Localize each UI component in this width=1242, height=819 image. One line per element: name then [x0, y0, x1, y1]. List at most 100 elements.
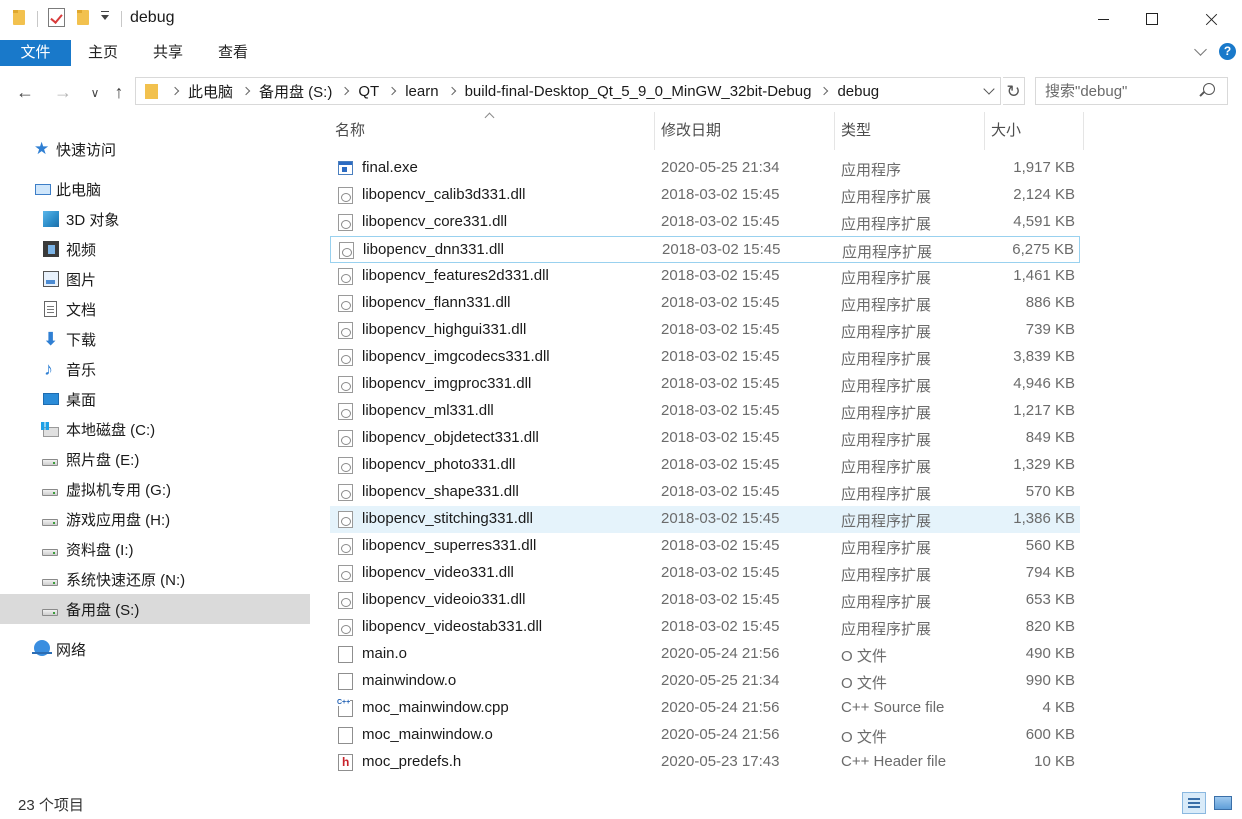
- chevron-down-icon[interactable]: [983, 83, 995, 95]
- table-row[interactable]: moc_mainwindow.cpp 2020-05-24 21:56 C++ So…: [330, 695, 1080, 722]
- minimize-button[interactable]: [1080, 0, 1126, 38]
- breadcrumb-debug[interactable]: debug: [837, 83, 879, 100]
- new-folder-icon[interactable]: [77, 10, 89, 25]
- back-arrow-icon[interactable]: ←: [14, 82, 36, 103]
- chevron-right-icon[interactable]: [387, 86, 397, 96]
- column-size[interactable]: 大小: [986, 112, 1083, 150]
- table-row[interactable]: final.exe 2020-05-25 21:34 应用程序 1,917 KB: [330, 155, 1080, 182]
- customize-toolbar-icon[interactable]: [101, 11, 109, 20]
- column-date[interactable]: 修改日期: [656, 112, 833, 150]
- dll-icon: [338, 592, 353, 609]
- table-row[interactable]: mainwindow.o 2020-05-25 21:34 O 文件 990 KB: [330, 668, 1080, 695]
- column-divider[interactable]: [984, 112, 985, 150]
- recent-locations-icon[interactable]: ∨: [84, 86, 106, 100]
- table-row[interactable]: libopencv_core331.dll 2018-03-02 15:45 应用程…: [330, 209, 1080, 236]
- sidebar-item-network[interactable]: 网络: [0, 634, 310, 664]
- sidebar-item-label: 快速访问: [56, 141, 117, 159]
- address-bar[interactable]: 此电脑 备用盘 (S:) QT learn build-final-Deskto…: [135, 77, 1001, 105]
- tab-file[interactable]: 文件: [0, 40, 71, 66]
- breadcrumb-learn[interactable]: learn: [405, 83, 438, 100]
- properties-icon[interactable]: [48, 8, 65, 27]
- sidebar-item-drive-h[interactable]: 游戏应用盘 (H:): [0, 504, 310, 534]
- breadcrumb-this-pc[interactable]: 此电脑: [188, 81, 233, 102]
- sidebar-item-3d-objects[interactable]: 3D 对象: [0, 204, 310, 234]
- table-row[interactable]: libopencv_objdetect331.dll 2018-03-02 15:…: [330, 425, 1080, 452]
- breadcrumb-qt[interactable]: QT: [358, 83, 379, 100]
- sidebar-item-videos[interactable]: 视频: [0, 234, 310, 264]
- table-row[interactable]: libopencv_highgui331.dll 2018-03-02 15:45…: [330, 317, 1080, 344]
- help-icon[interactable]: ?: [1219, 43, 1236, 60]
- sidebar-item-drive-e[interactable]: 照片盘 (E:): [0, 444, 310, 474]
- table-row[interactable]: libopencv_imgproc331.dll 2018-03-02 15:45…: [330, 371, 1080, 398]
- table-row[interactable]: libopencv_ml331.dll 2018-03-02 15:45 应用程序扩…: [330, 398, 1080, 425]
- sidebar-item-label: 此电脑: [56, 181, 102, 199]
- table-row[interactable]: moc_mainwindow.o 2020-05-24 21:56 O 文件 600 …: [330, 722, 1080, 749]
- sidebar-item-desktop[interactable]: 桌面: [0, 384, 310, 414]
- table-row[interactable]: libopencv_videostab331.dll 2018-03-02 15:…: [330, 614, 1080, 641]
- table-row[interactable]: libopencv_stitching331.dll 2018-03-02 15:…: [330, 506, 1080, 533]
- sidebar-item-pictures[interactable]: 图片: [0, 264, 310, 294]
- details-view-button[interactable]: [1182, 792, 1206, 814]
- table-row[interactable]: libopencv_photo331.dll 2018-03-02 15:45 应用…: [330, 452, 1080, 479]
- sidebar-item-drive-s[interactable]: 备用盘 (S:): [0, 594, 310, 624]
- table-row[interactable]: moc_predefs.h 2020-05-23 17:43 C++ Header …: [330, 749, 1080, 776]
- sidebar-item-label: 文档: [66, 301, 97, 319]
- file-type: 应用程序扩展: [841, 378, 932, 395]
- sidebar-item-drive-n[interactable]: 系统快速还原 (N:): [0, 564, 310, 594]
- table-row[interactable]: libopencv_imgcodecs331.dll 2018-03-02 15:…: [330, 344, 1080, 371]
- table-row[interactable]: libopencv_calib3d331.dll 2018-03-02 15:45…: [330, 182, 1080, 209]
- search-input[interactable]: [1035, 77, 1228, 105]
- table-row[interactable]: libopencv_video331.dll 2018-03-02 15:45 应用…: [330, 560, 1080, 587]
- sidebar-item-documents[interactable]: 文档: [0, 294, 310, 324]
- table-row[interactable]: libopencv_videoio331.dll 2018-03-02 15:45…: [330, 587, 1080, 614]
- dll-icon: [338, 511, 353, 528]
- tab-view[interactable]: 查看: [218, 40, 248, 66]
- file-type: 应用程序扩展: [841, 459, 932, 476]
- close-button[interactable]: [1188, 0, 1234, 38]
- table-row[interactable]: libopencv_flann331.dll 2018-03-02 15:45 应用…: [330, 290, 1080, 317]
- file-size: 560 KB: [1025, 537, 1075, 554]
- table-row[interactable]: libopencv_superres331.dll 2018-03-02 15:4…: [330, 533, 1080, 560]
- large-icons-view-button[interactable]: [1211, 792, 1235, 814]
- column-divider[interactable]: [1083, 112, 1084, 150]
- sidebar-item-drive-c[interactable]: 本地磁盘 (C:): [0, 414, 310, 444]
- sidebar-item-drive-g[interactable]: 虚拟机专用 (G:): [0, 474, 310, 504]
- chevron-right-icon[interactable]: [447, 86, 456, 96]
- search-icon[interactable]: [1203, 83, 1215, 95]
- file-name: final.exe: [362, 159, 418, 176]
- column-type[interactable]: 类型: [836, 112, 983, 150]
- file-type: 应用程序扩展: [841, 594, 932, 611]
- column-divider[interactable]: [654, 112, 655, 150]
- sidebar-item-downloads[interactable]: ⬇ 下载: [0, 324, 310, 354]
- breadcrumb-build[interactable]: build-final-Desktop_Qt_5_9_0_MinGW_32bit…: [465, 83, 812, 100]
- file-type: 应用程序扩展: [841, 567, 932, 584]
- chevron-right-icon[interactable]: [820, 86, 829, 96]
- column-name[interactable]: 名称: [330, 112, 653, 150]
- tab-home[interactable]: 主页: [88, 40, 118, 66]
- up-arrow-icon[interactable]: ↑: [108, 82, 130, 103]
- refresh-button[interactable]: ↻: [1003, 77, 1025, 105]
- sidebar-item-drive-i[interactable]: 资料盘 (I:): [0, 534, 310, 564]
- tab-share[interactable]: 共享: [153, 40, 183, 66]
- maximize-button[interactable]: [1129, 0, 1175, 38]
- file-date: 2018-03-02 15:45: [661, 294, 780, 311]
- table-row[interactable]: libopencv_shape331.dll 2018-03-02 15:45 应用…: [330, 479, 1080, 506]
- sidebar-item-this-pc[interactable]: 此电脑: [0, 174, 310, 204]
- file-name: libopencv_objdetect331.dll: [362, 429, 539, 446]
- chevron-right-icon[interactable]: [341, 86, 350, 96]
- chevron-right-icon[interactable]: [241, 86, 251, 96]
- file-name: libopencv_video331.dll: [362, 564, 514, 581]
- sidebar-item-quick-access[interactable]: ★ 快速访问: [0, 134, 310, 164]
- column-divider[interactable]: [834, 112, 835, 150]
- table-row[interactable]: libopencv_dnn331.dll 2018-03-02 15:45 应用程序…: [330, 236, 1080, 263]
- file-name: libopencv_imgcodecs331.dll: [362, 348, 550, 365]
- file-name: libopencv_features2d331.dll: [362, 267, 549, 284]
- table-row[interactable]: main.o 2020-05-24 21:56 O 文件 490 KB: [330, 641, 1080, 668]
- table-row[interactable]: libopencv_features2d331.dll 2018-03-02 15…: [330, 263, 1080, 290]
- file-type: 应用程序扩展: [841, 189, 932, 206]
- file-name: libopencv_stitching331.dll: [362, 510, 533, 527]
- forward-arrow-icon[interactable]: →: [52, 82, 74, 103]
- column-header: 名称 修改日期 类型 大小: [330, 112, 1084, 150]
- sidebar-item-music[interactable]: ♪ 音乐: [0, 354, 310, 384]
- breadcrumb-drive-s[interactable]: 备用盘 (S:): [259, 81, 332, 102]
